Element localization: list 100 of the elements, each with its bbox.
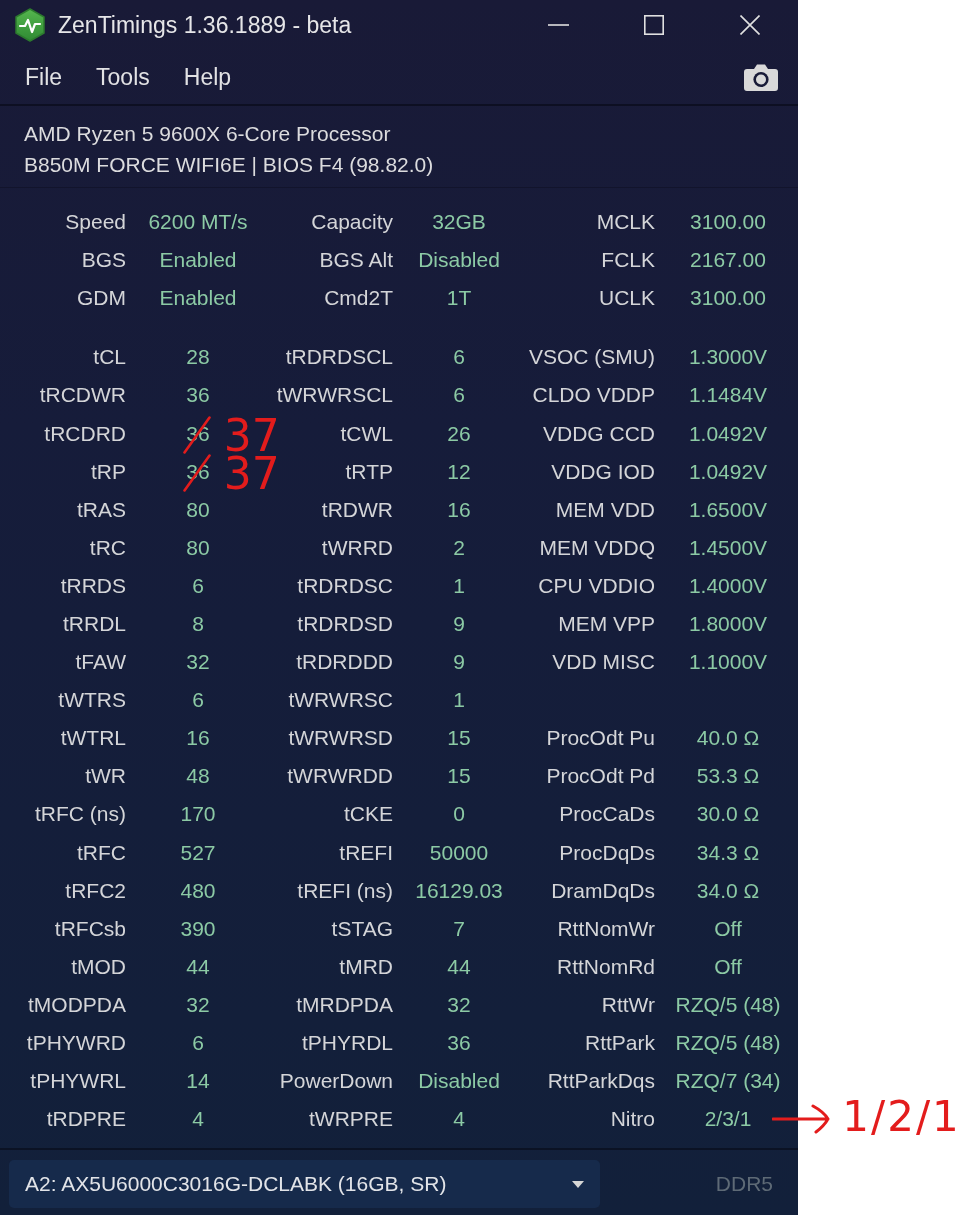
timing-value: 1 (453, 573, 465, 598)
timing-value: 6 (192, 573, 204, 598)
timing-label: tCKE (344, 802, 393, 827)
timing-label: tFAW (75, 650, 126, 675)
setting-label: Capacity (311, 210, 393, 235)
timing-label: tMOD (71, 954, 126, 979)
timing-value: 32 (447, 992, 471, 1017)
termination-value: RZQ/5 (48) (675, 992, 781, 1017)
menu-item[interactable]: Tools (79, 57, 167, 97)
setting-value: Enabled (159, 248, 237, 273)
clock-label: UCLK (598, 286, 655, 311)
setting-label: BGS (81, 248, 126, 273)
timing-label: tRCDWR (39, 383, 126, 408)
timing-label: tPHYRDL (301, 1031, 393, 1055)
caret-icon (572, 1180, 584, 1188)
clock-value: 2167.00 (690, 248, 766, 273)
timing-value: 0 (453, 802, 465, 827)
timing-label: tRAS (77, 497, 126, 522)
timing-label: tMRD (339, 954, 393, 979)
timing-label: tWRWRDD (287, 764, 393, 789)
timing-value: 32 (186, 650, 210, 675)
timing-label: tWTRS (58, 688, 126, 713)
timing-value: 6 (192, 688, 204, 713)
timing-value: 15 (447, 726, 471, 751)
timing-value: 4 (192, 1107, 204, 1132)
setting-value: 32GB (432, 210, 486, 235)
timing-value: 26 (447, 421, 471, 446)
timing-label: tWTRL (60, 726, 126, 751)
voltage-value: 1.4000V (688, 573, 768, 598)
voltage-label: CPU VDDIO (538, 573, 655, 598)
timing-value: 12 (447, 459, 471, 484)
timing-label: tRRDL (63, 612, 126, 636)
timing-value: 7 (453, 916, 465, 941)
screenshot-button[interactable] (744, 63, 778, 91)
timing-value: 48 (186, 764, 210, 789)
timing-label: tRFCsb (54, 916, 126, 941)
timing-value: 390 (180, 916, 216, 941)
voltage-label: CLDO VDDP (532, 383, 655, 408)
app-logo-icon (14, 8, 46, 42)
timing-label: tMRDPDA (296, 992, 393, 1017)
voltage-value: 1.1484V (688, 383, 768, 408)
timing-label: tWRWRSD (288, 726, 393, 751)
voltage-value: 1.6500V (688, 497, 768, 522)
timing-value: 36 (447, 1031, 471, 1055)
timing-value: 16129.03 (415, 878, 503, 903)
menu-item[interactable]: File (8, 57, 80, 97)
memory-type-label: DDR5 (715, 1172, 773, 1196)
module-dropdown[interactable]: A2: AX5U6000C3016G-DCLABK (16GB, SR) (9, 1160, 600, 1208)
voltage-value: 1.0492V (688, 459, 768, 484)
timing-value: 80 (186, 535, 210, 560)
timing-label: tWRPRE (309, 1107, 393, 1132)
setting-value: Disabled (418, 248, 500, 273)
setting-label: GDM (77, 286, 126, 311)
termination-value: 40.0 Ω (696, 726, 760, 751)
maximize-icon (644, 15, 664, 35)
timing-value: 14 (186, 1069, 210, 1094)
timing-label: tRDRDDD (296, 650, 393, 675)
clock-label: MCLK (596, 210, 655, 235)
voltage-label: MEM VDDQ (539, 535, 655, 560)
board-info: B850M FORCE WIFI6E | BIOS F4 (98.82.0) (24, 152, 435, 178)
timing-value: 527 (180, 840, 216, 865)
timing-value: 4 (453, 1107, 465, 1132)
camera-icon (744, 63, 778, 91)
timing-label: tREFI (339, 840, 393, 865)
termination-value: 30.0 Ω (696, 802, 760, 827)
voltage-label: VDDG IOD (551, 459, 655, 484)
timing-label: tRDRDSD (297, 612, 393, 636)
termination-value: 2/3/1 (704, 1107, 752, 1132)
timing-value: 36 (186, 383, 210, 408)
termination-value: 34.0 Ω (696, 878, 760, 903)
setting-label: Cmd2T (324, 286, 393, 311)
termination-label: ProcOdt Pd (546, 764, 655, 789)
timing-label: PowerDown (279, 1069, 393, 1094)
timing-label: tWR (85, 764, 126, 789)
clock-value: 3100.00 (690, 286, 766, 311)
timing-label: tRDRDSC (297, 573, 393, 598)
timing-value: 170 (180, 802, 216, 827)
timing-label: tRDPRE (46, 1107, 126, 1132)
timing-value: 2 (453, 535, 465, 560)
timing-value: 44 (186, 954, 210, 979)
termination-label: DramDqDs (551, 878, 655, 903)
timing-value: 16 (186, 726, 210, 751)
voltage-value: 1.3000V (688, 345, 768, 370)
termination-label: RttNomRd (556, 954, 655, 979)
timing-label: tRP (91, 459, 126, 484)
timing-value: 50000 (429, 840, 489, 865)
termination-label: ProcOdt Pu (546, 726, 655, 751)
termination-value: 53.3 Ω (696, 764, 760, 789)
setting-value: 6200 MT/s (148, 210, 248, 235)
termination-value: Off (714, 954, 742, 979)
voltage-label: MEM VDD (555, 497, 655, 522)
menu-item[interactable]: Help (166, 57, 249, 97)
timing-value: 9 (453, 650, 465, 675)
timing-label: tRTP (345, 459, 393, 484)
timing-value: 6 (453, 383, 465, 408)
voltage-value: 1.8000V (688, 612, 768, 636)
timing-value: 480 (180, 878, 216, 903)
timing-value: 80 (186, 497, 210, 522)
timing-label: tRFC (ns) (35, 802, 126, 827)
termination-label: RttParkDqs (547, 1069, 655, 1094)
